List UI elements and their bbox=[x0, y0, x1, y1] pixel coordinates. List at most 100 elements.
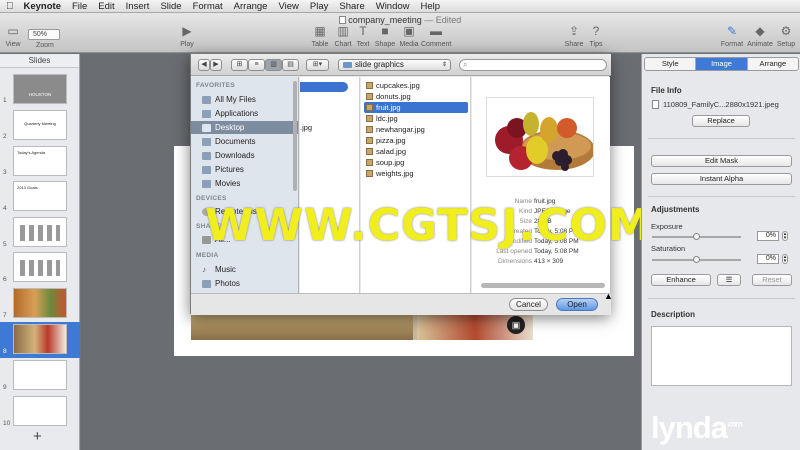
path-popup[interactable]: slide graphics ⇕ bbox=[338, 59, 451, 71]
slide-thumb-3[interactable]: Today's Agenda bbox=[13, 146, 67, 176]
reset-button[interactable]: Reset bbox=[752, 274, 792, 286]
slide-thumb-8[interactable] bbox=[13, 324, 67, 354]
menu-help[interactable]: Help bbox=[421, 0, 441, 13]
file-item[interactable]: weights.jpg bbox=[364, 168, 468, 179]
slide-thumb-5[interactable] bbox=[13, 217, 67, 247]
exposure-stepper[interactable]: ▴ ▾ bbox=[782, 231, 788, 241]
menu-insert[interactable]: Insert bbox=[126, 0, 150, 13]
comment-icon: ▬ bbox=[430, 24, 442, 38]
slide-navigator: Slides HOUSTON 1 Quarterly Meeting 2 Tod… bbox=[0, 54, 80, 450]
slide-thumb-9[interactable] bbox=[13, 360, 67, 390]
exposure-label: Exposure bbox=[651, 222, 683, 231]
menu-arrange[interactable]: Arrange bbox=[234, 0, 268, 13]
menu-file[interactable]: File bbox=[72, 0, 87, 13]
apple-menu-icon[interactable]:  bbox=[6, 0, 14, 13]
slide-thumb-3-title: Today's Agenda bbox=[17, 150, 46, 155]
text-label: Text bbox=[356, 41, 370, 48]
column1-selected-folder[interactable] bbox=[300, 82, 348, 92]
comment-button[interactable]: ▬ Comment bbox=[421, 13, 451, 53]
shape-button[interactable]: ■ Shape bbox=[374, 13, 396, 53]
view-button[interactable]: ▭ View bbox=[3, 13, 23, 53]
slide-thumb-7[interactable] bbox=[13, 288, 67, 318]
file-item-selected[interactable]: fruit.jpg bbox=[364, 102, 468, 113]
play-button[interactable]: ▶ Play bbox=[178, 13, 196, 53]
coverflow-view-button[interactable]: ▤ bbox=[282, 59, 299, 71]
list-view-button[interactable]: ≡ bbox=[248, 59, 265, 71]
format-button[interactable]: ✎ Format bbox=[719, 13, 745, 53]
back-button[interactable]: ◀ bbox=[198, 59, 210, 71]
sidebar-scrollbar[interactable] bbox=[293, 81, 297, 191]
animate-button[interactable]: ◆ Animate bbox=[746, 13, 774, 53]
menu-app[interactable]: Keynote bbox=[24, 0, 61, 13]
cancel-button[interactable]: Cancel bbox=[509, 298, 548, 311]
sidebar-item-desktop[interactable]: Desktop bbox=[191, 121, 298, 134]
open-button[interactable]: Open bbox=[556, 298, 598, 311]
add-slide-button[interactable]: + bbox=[33, 429, 42, 444]
sidebar-item-music[interactable]: ♪ Music bbox=[191, 263, 298, 276]
file-name: salad.jpg bbox=[376, 147, 407, 156]
table-label: Table bbox=[311, 41, 329, 48]
media-placeholder-icon[interactable]: ▣ bbox=[507, 316, 525, 334]
menu-play[interactable]: Play bbox=[310, 0, 328, 13]
file-item[interactable]: salad.jpg bbox=[364, 146, 468, 157]
tab-arrange[interactable]: Arrange bbox=[747, 58, 798, 70]
file-item[interactable]: donuts.jpg bbox=[364, 91, 468, 102]
sidebar-item-all-my-files[interactable]: All My Files bbox=[191, 93, 298, 106]
media-button[interactable]: ▣ Media bbox=[398, 13, 420, 53]
horizontal-scrollbar[interactable] bbox=[481, 283, 605, 288]
saturation-value[interactable]: 0% bbox=[757, 254, 779, 264]
menu-view[interactable]: View bbox=[278, 0, 298, 13]
exposure-slider-knob[interactable] bbox=[693, 233, 700, 240]
sidebar-item-photos[interactable]: Photos bbox=[191, 277, 298, 290]
sidebar-item-pictures[interactable]: Pictures bbox=[191, 163, 298, 176]
sidebar-item-applications[interactable]: Applications bbox=[191, 107, 298, 120]
divider bbox=[648, 196, 795, 197]
arrange-button[interactable]: ⊞▾ bbox=[306, 59, 329, 71]
slide-thumb-6[interactable] bbox=[13, 252, 67, 282]
column1-file-partial[interactable]: .jpg bbox=[300, 123, 312, 132]
media-header: MEDIA bbox=[196, 252, 219, 259]
menu-edit[interactable]: Edit bbox=[98, 0, 114, 13]
menu-share[interactable]: Share bbox=[339, 0, 364, 13]
column-view-button[interactable]: ▥ bbox=[265, 59, 282, 71]
slide-thumb-10[interactable] bbox=[13, 396, 67, 426]
sidebar-item-documents[interactable]: Documents bbox=[191, 135, 298, 148]
description-field[interactable] bbox=[651, 326, 792, 386]
sidebar-item-movies[interactable]: Movies bbox=[191, 177, 298, 190]
search-field[interactable]: ⌕ bbox=[459, 59, 607, 71]
forward-button[interactable]: ▶ bbox=[210, 59, 222, 71]
file-item[interactable]: newhangar.jpg bbox=[364, 124, 468, 135]
tab-image[interactable]: Image bbox=[696, 58, 748, 70]
slide-thumb-1[interactable]: HOUSTON bbox=[13, 74, 67, 104]
file-item[interactable]: soup.jpg bbox=[364, 157, 468, 168]
media-icon: ▣ bbox=[403, 24, 415, 38]
music-icon: ♪ bbox=[202, 265, 206, 274]
menu-window[interactable]: Window bbox=[376, 0, 410, 13]
tips-button[interactable]: ? Tips bbox=[587, 13, 605, 53]
saturation-stepper[interactable]: ▴ ▾ bbox=[782, 254, 788, 264]
setup-button[interactable]: ⚙ Setup bbox=[775, 13, 797, 53]
menu-slide[interactable]: Slide bbox=[160, 0, 181, 13]
saturation-slider-knob[interactable] bbox=[693, 256, 700, 263]
replace-button[interactable]: Replace bbox=[692, 115, 750, 127]
slide-number-8: 8 bbox=[3, 348, 7, 355]
slide-thumb-2[interactable]: Quarterly Meeting bbox=[13, 110, 67, 140]
file-name: pizza.jpg bbox=[376, 136, 406, 145]
levels-button[interactable]: ☰ bbox=[717, 274, 741, 286]
text-button[interactable]: T Text bbox=[355, 13, 371, 53]
file-item[interactable]: pizza.jpg bbox=[364, 135, 468, 146]
enhance-button[interactable]: Enhance bbox=[651, 274, 711, 286]
exposure-value[interactable]: 0% bbox=[757, 231, 779, 241]
menu-format[interactable]: Format bbox=[193, 0, 223, 13]
file-item[interactable]: cupcakes.jpg bbox=[364, 80, 468, 91]
share-button[interactable]: ⇪ Share bbox=[564, 13, 584, 53]
edit-mask-button[interactable]: Edit Mask bbox=[651, 155, 792, 167]
file-item[interactable]: ldc.jpg bbox=[364, 113, 468, 124]
icon-view-button[interactable]: ⊞ bbox=[231, 59, 248, 71]
instant-alpha-button[interactable]: Instant Alpha bbox=[651, 173, 792, 185]
tab-style[interactable]: Style bbox=[645, 58, 697, 70]
slide-thumb-4[interactable]: 2013 Goals bbox=[13, 181, 67, 211]
chart-button[interactable]: ▥ Chart bbox=[333, 13, 353, 53]
table-button[interactable]: ▦ Table bbox=[310, 13, 330, 53]
sidebar-item-downloads[interactable]: Downloads bbox=[191, 149, 298, 162]
